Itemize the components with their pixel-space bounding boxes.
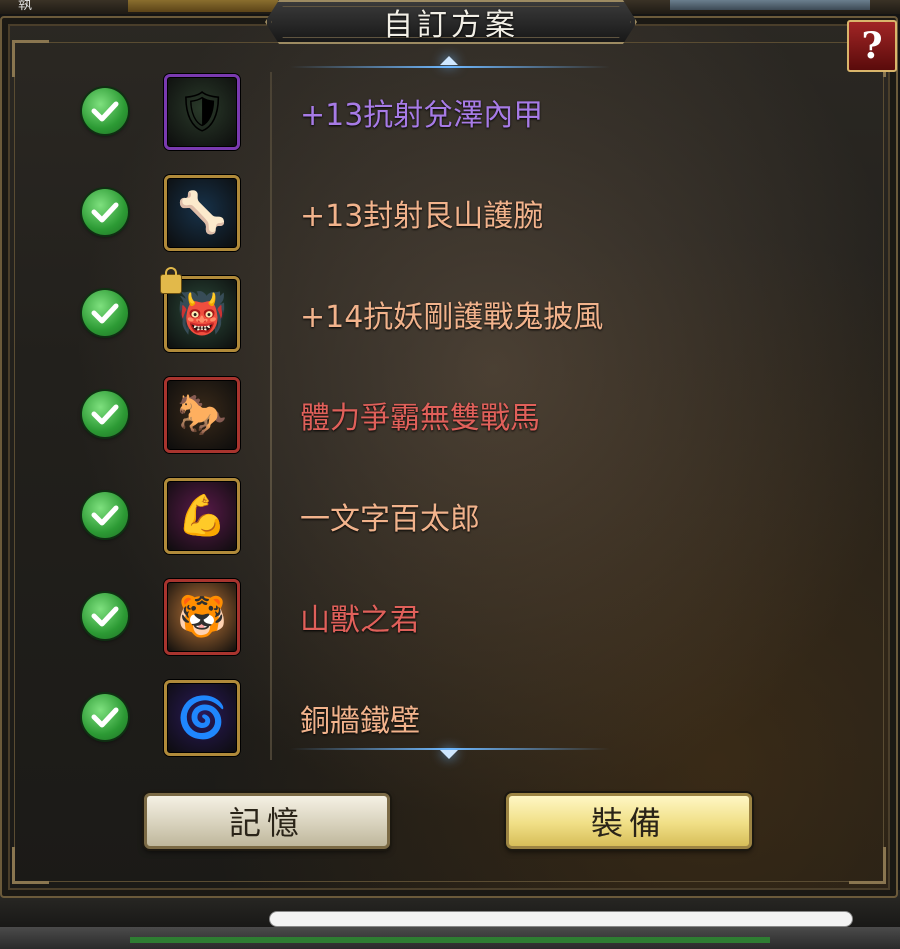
list-item[interactable]: 🐎 體力爭霸無雙戰馬 (60, 375, 840, 455)
checkmark-icon[interactable] (82, 391, 128, 437)
checkmark-icon[interactable] (82, 88, 128, 134)
list-item[interactable]: 💪 一文字百太郎 (60, 476, 840, 556)
checkmark-icon[interactable] (82, 694, 128, 740)
item-glyph: 🦴 (177, 190, 227, 236)
list-item[interactable]: 🐯 山獸之君 (60, 577, 840, 657)
item-name: 體力爭霸無雙戰馬 (300, 401, 540, 436)
item-glyph: 🛡 (176, 89, 228, 135)
checkmark-icon[interactable] (82, 189, 128, 235)
equipment-list: 🛡 +13抗射兌澤內甲 🦴 +13封射艮山護腕 👹 +14抗妖剛護戰鬼披風 🐎 體力爭霸無雙戰… (60, 72, 840, 762)
checkmark-icon[interactable] (82, 593, 128, 639)
corner-ornament (12, 847, 49, 884)
corner-ornament (849, 847, 886, 884)
backdrop-tab-right (670, 0, 870, 10)
backdrop-progress-bar (130, 937, 770, 943)
item-glyph: 💪 (177, 493, 227, 539)
tiger-icon[interactable]: 🐯 (164, 579, 240, 655)
item-name: 山獸之君 (300, 603, 420, 638)
list-item[interactable]: 🌀 銅牆鐵壁 (60, 678, 840, 758)
warrior-portrait-icon[interactable]: 💪 (164, 478, 240, 554)
list-item[interactable]: 🦴 +13封射艮山護腕 (60, 173, 840, 253)
bracer-icon[interactable]: 🦴 (164, 175, 240, 251)
item-glyph: 🐎 (177, 392, 227, 438)
backdrop-tab (128, 0, 278, 12)
scroll-glow-top (290, 66, 610, 68)
item-glyph: 🐯 (177, 594, 227, 640)
checkmark-icon[interactable] (82, 492, 128, 538)
item-name: +14抗妖剛護戰鬼披風 (300, 300, 604, 335)
lock-icon (160, 267, 182, 294)
item-name: 一文字百太郎 (300, 502, 480, 537)
item-glyph: 🌀 (177, 695, 227, 741)
horizontal-scrollbar[interactable] (270, 912, 852, 926)
war-horse-icon[interactable]: 🐎 (164, 377, 240, 453)
item-name: +13封射艮山護腕 (300, 199, 544, 234)
dark-vortex-icon[interactable]: 🌀 (164, 680, 240, 756)
help-button[interactable]: ? (847, 20, 897, 72)
list-item[interactable]: 🛡 +13抗射兌澤內甲 (60, 72, 840, 152)
memory-button[interactable]: 記憶 (144, 793, 390, 849)
scroll-up-arrow-icon[interactable] (440, 56, 458, 65)
dialog-title-plate: 自訂方案 (265, 0, 637, 44)
corner-ornament (12, 40, 49, 77)
equip-button[interactable]: 裝備 (506, 793, 752, 849)
item-name: 銅牆鐵壁 (300, 704, 420, 739)
item-glyph: 👹 (177, 291, 227, 337)
scroll-down-arrow-icon[interactable] (440, 750, 458, 759)
dialog-title: 自訂方案 (383, 8, 519, 43)
backdrop-top-label: 執 (18, 0, 32, 13)
item-name: +13抗射兌澤內甲 (300, 98, 544, 133)
checkmark-icon[interactable] (82, 290, 128, 336)
list-item[interactable]: 👹 +14抗妖剛護戰鬼披風 (60, 267, 840, 354)
armor-vest-icon[interactable]: 🛡 (164, 74, 240, 150)
